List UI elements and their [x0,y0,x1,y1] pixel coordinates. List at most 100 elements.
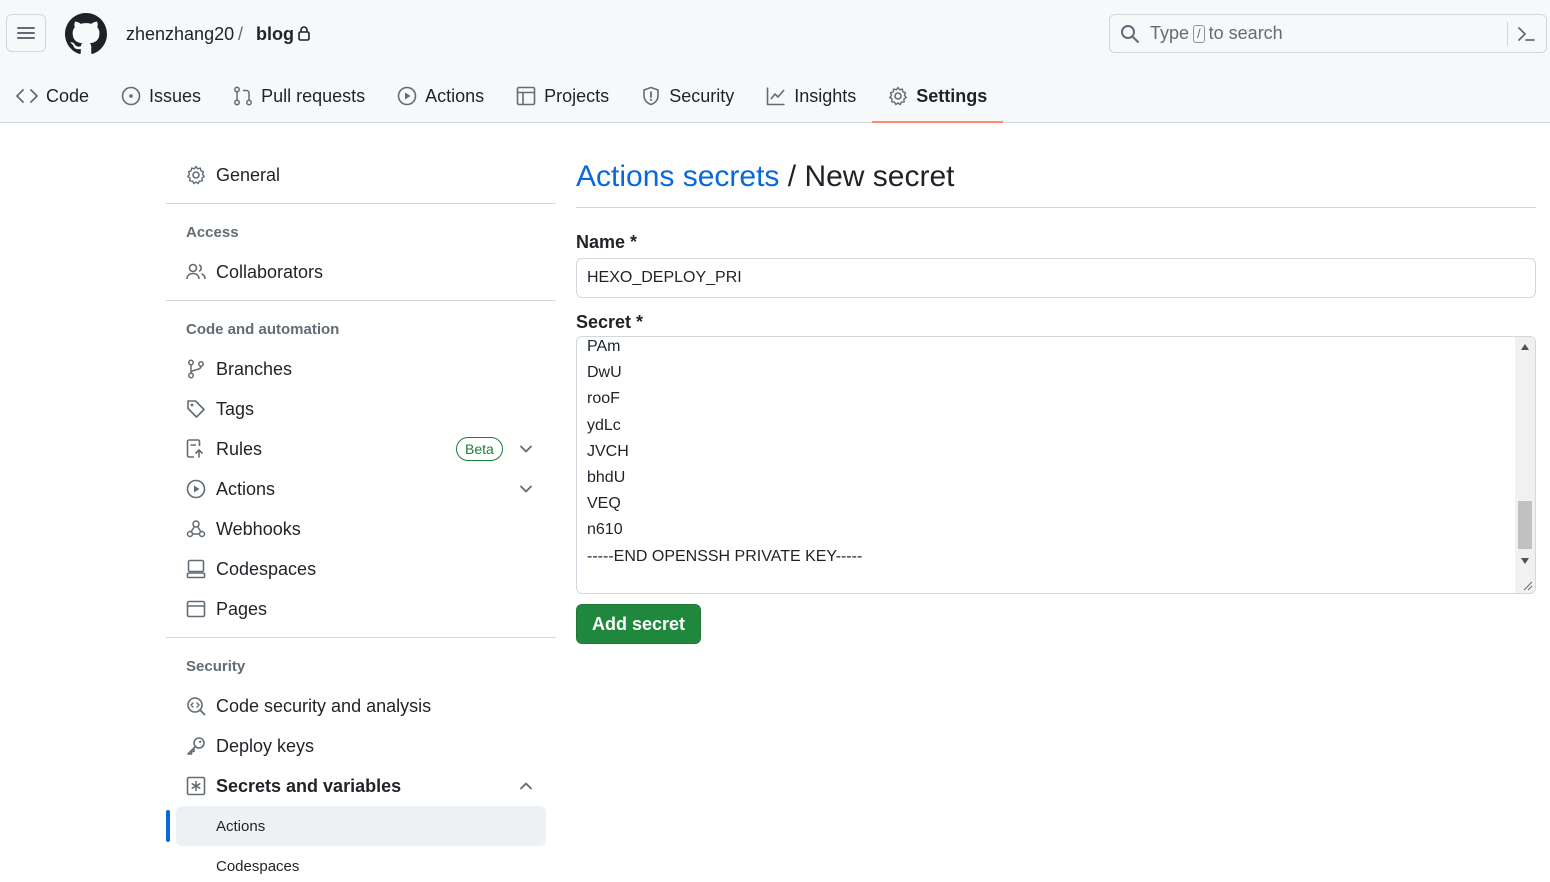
key-icon [187,737,205,755]
tab-insights-label: Insights [794,85,857,106]
add-secret-button[interactable]: Add secret [576,604,702,644]
tab-actions-label: Actions [425,85,485,106]
scroll-up-arrow-icon[interactable] [1520,343,1530,351]
sidebar-item-label: Codespaces [216,558,317,579]
title-current: New secret [804,160,955,193]
secret-line: -----END OPENSSH PRIVATE KEY----- [587,547,863,565]
sidebar-item-codespaces[interactable]: Codespaces [166,549,556,589]
main-content: Actions secrets / New secret Name * Secr… [576,155,1536,644]
tab-code-label: Code [46,85,90,106]
secret-label: Secret * [576,312,644,332]
play-icon [186,479,206,499]
sidebar-subitem-label: Codespaces [216,857,300,875]
people-icon [186,263,206,280]
sidebar-item-code-security[interactable]: Code security and analysis [166,686,556,726]
chevron-down-icon[interactable] [518,441,534,457]
sidebar-divider [166,203,556,204]
resize-handle-icon[interactable] [1521,579,1533,591]
tab-settings[interactable]: Settings [872,70,1004,123]
tab-security-label: Security [669,85,735,106]
sidebar-item-label: Pages [216,598,268,619]
browser-icon [186,600,206,618]
rules-icon [186,439,203,458]
repo-tabs: Code Issues Pull requests Actions Projec… [0,70,1004,123]
sidebar-subitem-label: Actions [216,817,266,835]
tab-insights[interactable]: Insights [750,70,872,122]
gear-icon [889,86,908,106]
tab-pull-requests-label: Pull requests [261,85,366,106]
search-icon [1121,25,1139,43]
secret-line: rooF [587,390,620,408]
sidebar-item-tags[interactable]: Tags [166,389,556,429]
secret-line: DwU [587,364,622,382]
sidebar-item-label: Deploy keys [216,735,315,756]
github-logo-icon[interactable] [65,13,107,55]
graph-icon [766,87,785,106]
sidebar-item-webhooks[interactable]: Webhooks [166,509,556,549]
gear-icon [187,165,205,185]
breadcrumb-separator: / [238,24,244,44]
secret-line: PAm [587,338,621,355]
breadcrumb-repo[interactable]: blog [256,22,294,46]
branch-icon [188,359,204,379]
chevron-up-icon[interactable] [518,778,534,794]
webhook-icon [186,520,206,538]
sidebar-divider [166,300,556,301]
sidebar-item-label: General [216,164,281,185]
sidebar-item-general[interactable]: General [166,155,556,195]
shield-icon [643,86,659,106]
tab-pull-requests[interactable]: Pull requests [217,70,381,122]
search-divider [1507,22,1508,46]
command-palette-icon[interactable] [1516,24,1536,44]
sidebar-heading-access: Access [186,223,239,241]
tab-projects[interactable]: Projects [500,70,625,122]
settings-sidebar: General Access Collaborators Code and au… [166,155,556,882]
sidebar-item-pages[interactable]: Pages [166,589,556,629]
tag-icon [187,400,205,418]
sidebar-item-label: Actions [216,478,276,499]
tab-issues-label: Issues [149,85,202,106]
textarea-scrollbar[interactable] [1515,337,1535,593]
hamburger-icon [17,27,35,39]
sidebar-item-actions[interactable]: Actions [166,469,556,509]
secret-name-field[interactable] [576,258,1536,298]
scrollbar-thumb[interactable] [1518,501,1532,549]
secret-value-textarea[interactable]: PAm DwU rooF ydLc JVCH bhdU VEQ n610 ---… [576,336,1536,594]
name-label: Name * [576,232,638,252]
secret-line: ydLc [587,416,621,434]
sidebar-item-label: Collaborators [216,261,324,282]
sidebar-item-label: Branches [216,358,293,379]
sidebar-item-label: Code security and analysis [216,695,432,716]
sidebar-item-rules[interactable]: Rules Beta [166,429,556,469]
scroll-down-arrow-icon[interactable] [1520,557,1530,565]
title-separator: / [787,160,797,193]
tab-actions[interactable]: Actions [381,70,500,122]
actions-secrets-link[interactable]: Actions secrets [576,160,779,193]
active-indicator [166,810,170,842]
tab-issues[interactable]: Issues [105,70,217,122]
menu-button[interactable] [6,14,46,52]
chevron-down-icon[interactable] [518,481,534,497]
codescan-icon [187,697,206,716]
breadcrumb-owner[interactable]: zhenzhang20 [126,22,234,46]
sidebar-heading-code-automation: Code and automation [186,320,340,338]
pull-request-icon [234,86,253,106]
tab-code[interactable]: Code [0,70,105,122]
secret-line: JVCH [587,442,629,460]
sidebar-heading-security: Security [186,657,246,675]
tab-settings-label: Settings [916,85,988,106]
asterisk-box-icon [186,776,206,796]
search-input[interactable]: Type / to search [1109,14,1547,53]
sidebar-subitem-actions[interactable]: Actions [166,806,546,846]
beta-badge: Beta [456,437,503,461]
sidebar-item-branches[interactable]: Branches [166,349,556,389]
search-suffix: to search [1208,23,1283,43]
secret-line: VEQ [587,495,621,513]
sidebar-item-collaborators[interactable]: Collaborators [166,252,556,292]
sidebar-item-deploy-keys[interactable]: Deploy keys [166,726,556,766]
secret-line: bhdU [587,469,626,487]
table-icon [516,86,536,106]
tab-security[interactable]: Security [625,70,750,122]
sidebar-item-secrets-variables[interactable]: Secrets and variables [166,766,556,806]
sidebar-subitem-codespaces[interactable]: Codespaces [166,846,556,882]
